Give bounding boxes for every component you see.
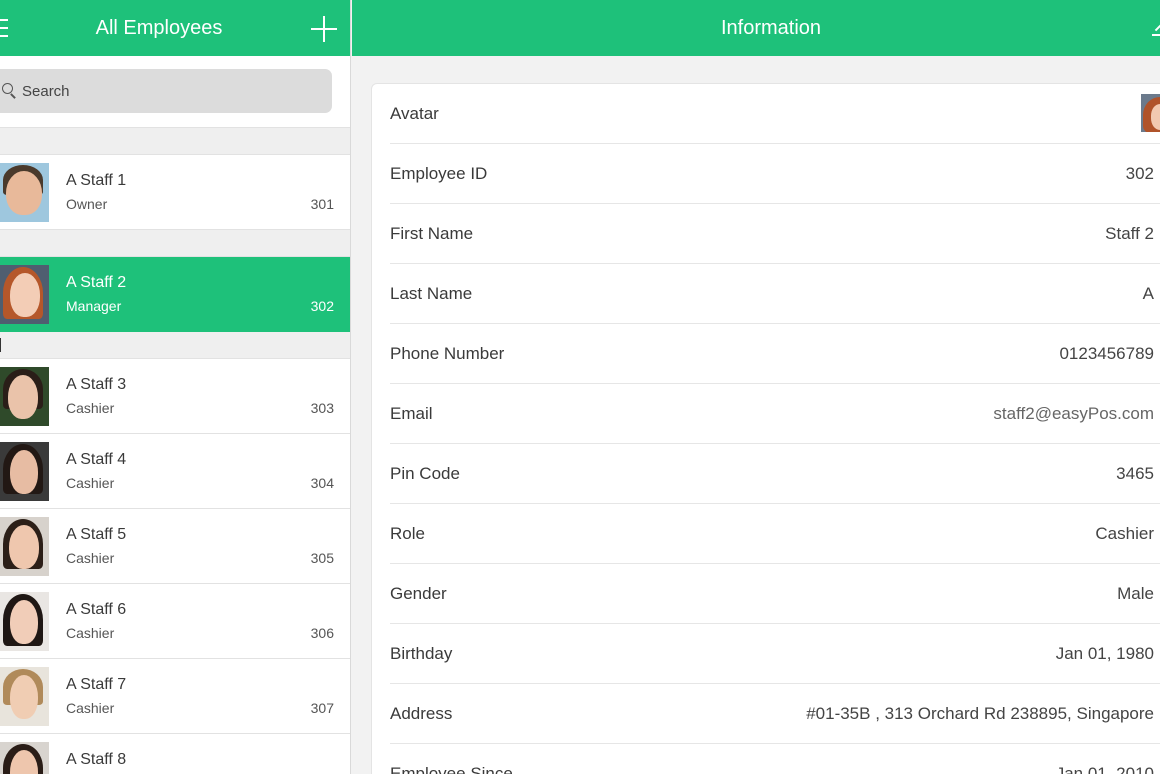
employee-id: 307 <box>310 700 334 716</box>
detail-row-employee-id[interactable]: Employee ID 302 <box>390 144 1160 204</box>
detail-label: First Name <box>390 224 474 243</box>
detail-label: Address <box>390 704 453 723</box>
employee-row-selected[interactable]: A Staff 2 Manager 302 <box>0 257 350 332</box>
employee-name: A Staff 1 <box>66 172 127 189</box>
employee-details-card: Avatar Employee ID 302 First Name Staff … <box>371 83 1160 774</box>
search-box[interactable] <box>0 69 332 113</box>
section-divider <box>0 230 350 257</box>
employee-name: A Staff 6 <box>66 601 127 618</box>
detail-value: #01-35B , 313 Orchard Rd 238895, Singapo… <box>806 704 1154 723</box>
employee-avatar <box>0 265 49 324</box>
detail-label: Phone Number <box>390 344 505 363</box>
detail-value: staff2@easyPos.com <box>993 404 1154 423</box>
employee-role: Cashier <box>66 400 115 416</box>
detail-value: Staff 2 <box>1105 224 1154 243</box>
employee-avatar <box>0 442 49 501</box>
employee-name: A Staff 3 <box>66 376 127 393</box>
detail-value: 302 <box>1125 164 1154 183</box>
detail-row-first-name[interactable]: First Name Staff 2 <box>390 204 1160 264</box>
employee-row[interactable]: A Staff 1 Owner 301 <box>0 155 350 230</box>
detail-value: Jan 01, 1980 <box>1055 644 1154 663</box>
detail-row-address[interactable]: Address #01-35B , 313 Orchard Rd 238895,… <box>390 684 1160 744</box>
detail-label: Employee ID <box>390 164 488 183</box>
search-icon <box>2 83 16 97</box>
information-header: Information <box>352 0 1160 56</box>
employee-list-title: All Employees <box>95 17 223 39</box>
employee-list: A Staff 1 Owner 301 A Staff 2 Manager 30… <box>0 128 350 774</box>
detail-label: Pin Code <box>390 464 460 483</box>
employee-name: A Staff 4 <box>66 451 127 468</box>
detail-label: Role <box>390 524 425 543</box>
detail-label: Avatar <box>390 104 439 123</box>
employee-id: 306 <box>310 625 334 641</box>
employee-row[interactable]: A Staff 7 Cashier 307 <box>0 659 350 734</box>
detail-value: Male <box>1117 584 1154 603</box>
employee-name: A Staff 5 <box>66 526 127 543</box>
section-divider <box>0 332 350 359</box>
employee-avatar <box>0 667 49 726</box>
employee-role: Manager <box>66 298 122 314</box>
detail-label: Email <box>390 404 433 423</box>
employee-role: Cashier <box>66 550 115 566</box>
detail-row-phone-number[interactable]: Phone Number 0123456789 <box>390 324 1160 384</box>
detail-row-pin-code[interactable]: Pin Code 3465 <box>390 444 1160 504</box>
detail-row-employee-since[interactable]: Employee Since Jan 01, 2010 <box>390 744 1160 774</box>
employee-role: Cashier <box>66 475 115 491</box>
employee-row[interactable]: A Staff 6 Cashier 306 <box>0 584 350 659</box>
search-input[interactable] <box>22 69 312 113</box>
employee-row[interactable]: A Staff 4 Cashier 304 <box>0 434 350 509</box>
detail-value: 3465 <box>1116 464 1154 483</box>
section-divider <box>0 128 350 155</box>
employee-name: A Staff 7 <box>66 676 127 693</box>
detail-row-avatar[interactable]: Avatar <box>390 84 1160 144</box>
detail-avatar-image[interactable] <box>1141 94 1160 132</box>
pencil-icon[interactable] <box>1152 24 1160 36</box>
employee-id: 301 <box>310 196 334 212</box>
employee-row[interactable]: A Staff 5 Cashier 305 <box>0 509 350 584</box>
detail-row-birthday[interactable]: Birthday Jan 01, 1980 <box>390 624 1160 684</box>
add-employee-icon[interactable] <box>311 16 337 42</box>
detail-row-last-name[interactable]: Last Name A <box>390 264 1160 324</box>
employee-role: Cashier <box>66 625 115 641</box>
employee-avatar <box>0 517 49 576</box>
search-bar <box>0 56 350 128</box>
employee-id: 305 <box>310 550 334 566</box>
employee-name: A Staff 2 <box>66 274 127 291</box>
employee-row[interactable]: A Staff 8 <box>0 734 350 774</box>
employee-role: Owner <box>66 196 108 212</box>
employee-list-header: All Employees <box>0 0 350 56</box>
employee-avatar <box>0 742 49 774</box>
detail-row-gender[interactable]: Gender Male <box>390 564 1160 624</box>
detail-label: Employee Since <box>390 764 513 774</box>
employee-row[interactable]: A Staff 3 Cashier 303 <box>0 359 350 434</box>
employee-id: 304 <box>310 475 334 491</box>
detail-value: Cashier <box>1095 524 1154 543</box>
detail-row-role[interactable]: Role Cashier <box>390 504 1160 564</box>
employee-avatar <box>0 367 49 426</box>
employee-avatar <box>0 163 49 222</box>
detail-label: Last Name <box>390 284 473 303</box>
employee-list-panel: All Employees A Staff 1 Owner 301 A Staf… <box>0 0 351 774</box>
detail-label: Gender <box>390 584 447 603</box>
employee-avatar <box>0 592 49 651</box>
detail-value: A <box>1142 284 1154 303</box>
employee-role: Cashier <box>66 700 115 716</box>
information-title: Information <box>720 17 822 39</box>
employee-id: 303 <box>310 400 334 416</box>
detail-value: 0123456789 <box>1059 344 1154 363</box>
detail-label: Birthday <box>390 644 453 663</box>
detail-row-email[interactable]: Email staff2@easyPos.com <box>390 384 1160 444</box>
employee-name: A Staff 8 <box>66 751 127 768</box>
detail-value: Jan 01, 2010 <box>1055 764 1154 774</box>
employee-id: 302 <box>310 298 334 314</box>
